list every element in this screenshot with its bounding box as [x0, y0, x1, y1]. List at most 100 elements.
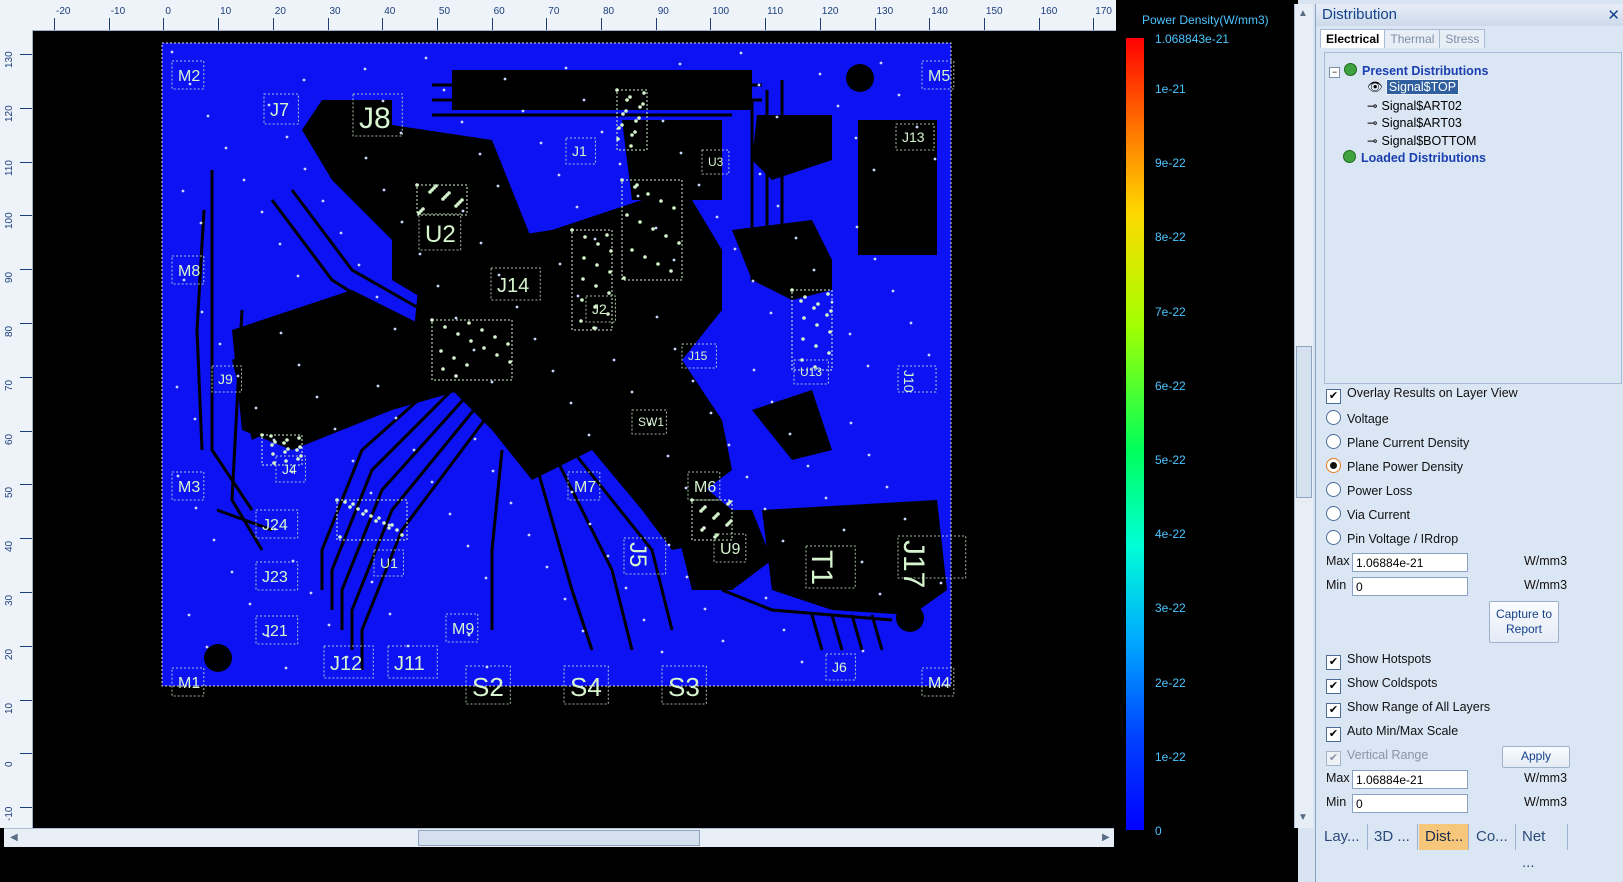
radio-pin-voltage[interactable]: Pin Voltage / IRdrop — [1326, 530, 1458, 546]
radio-plane-current-density[interactable]: Plane Current Density — [1326, 434, 1469, 450]
component-label-m1[interactable]: M1 — [178, 675, 200, 692]
component-label-m9[interactable]: M9 — [452, 621, 474, 638]
component-label-j15[interactable]: J15 — [688, 349, 708, 363]
tree-item-signal-art02[interactable]: ⊸ Signal$ART02 — [1367, 98, 1462, 113]
component-label-j8[interactable]: J8 — [359, 102, 391, 135]
scroll-left-arrow-icon[interactable]: ◀ — [10, 832, 18, 843]
pad — [260, 433, 264, 437]
min-unit-label: W/mm3 — [1524, 578, 1568, 592]
pad — [447, 191, 451, 195]
tab-thermal[interactable]: Thermal — [1384, 29, 1441, 48]
component-label-j23[interactable]: J23 — [262, 569, 288, 586]
component-label-u1[interactable]: U1 — [380, 555, 398, 571]
component-label-j14[interactable]: J14 — [497, 275, 529, 297]
ruler-label-x: 40 — [384, 6, 396, 17]
ruler-label-y: 30 — [4, 594, 15, 606]
component-label-sw1[interactable]: SW1 — [638, 415, 664, 429]
ruler-label-y: 70 — [4, 379, 15, 391]
component-label-j17[interactable]: J17 — [897, 540, 930, 588]
component-label-j21[interactable]: J21 — [262, 623, 288, 640]
show-coldspots-checkbox[interactable]: ✔ Show Coldspots — [1326, 676, 1437, 694]
component-label-s4[interactable]: S4 — [570, 672, 602, 702]
component-label-u3[interactable]: U3 — [708, 155, 724, 169]
component-label-j5[interactable]: J5 — [624, 542, 651, 567]
vertical-range-checkbox[interactable]: ✔ Vertical Range — [1326, 748, 1428, 766]
tree-item-signal-bottom[interactable]: ⊸ Signal$BOTTOM — [1367, 133, 1476, 148]
component-label-j2[interactable]: J2 — [592, 301, 607, 317]
component-label-m4[interactable]: M4 — [928, 675, 950, 692]
tree-item-signal-top[interactable]: 👁 Signal$TOP — [1367, 79, 1460, 95]
component-label-j24[interactable]: J24 — [262, 517, 288, 534]
component-label-j4[interactable]: J4 — [282, 461, 297, 477]
component-label-m5[interactable]: M5 — [928, 68, 950, 85]
component-label-j13[interactable]: J13 — [902, 129, 925, 145]
legend-tick-label: 7e-22 — [1155, 304, 1186, 319]
apply-button[interactable]: Apply — [1502, 746, 1570, 768]
tab-electrical[interactable]: Electrical — [1320, 29, 1386, 48]
component-label-j6[interactable]: J6 — [832, 659, 847, 675]
distribution-tree[interactable]: − Present Distributions 👁 Signal$TOP ⊸ Sign… — [1324, 52, 1622, 384]
pad — [467, 321, 471, 325]
pad — [622, 276, 626, 280]
pad — [620, 178, 624, 182]
auto-minmax-checkbox[interactable]: ✔ Auto Min/Max Scale — [1326, 724, 1458, 742]
pcb-board-view[interactable]: J8 J7 U2 J14 J1 J13 M2 M5 M8 M3 M1 M4 M7 M6 M9 U13 SW1 J1… — [32, 30, 1116, 828]
overlay-results-checkbox[interactable]: ✔ Overlay Results on Layer View — [1326, 386, 1518, 404]
component-label-j10[interactable]: J10 — [901, 370, 917, 393]
component-label-u9[interactable]: U9 — [720, 541, 741, 558]
via — [260, 210, 264, 214]
tab-nets[interactable]: Net ... — [1516, 824, 1568, 871]
via — [775, 115, 779, 119]
component-label-m3[interactable]: M3 — [178, 479, 200, 496]
tab-stress[interactable]: Stress — [1439, 29, 1486, 48]
show-hotspots-checkbox[interactable]: ✔ Show Hotspots — [1326, 652, 1431, 670]
tree-node-loaded[interactable]: Loaded Distributions — [1343, 150, 1486, 165]
radio-plane-power-density[interactable]: Plane Power Density — [1326, 458, 1463, 474]
vr-min-value-field[interactable]: 0 — [1352, 794, 1468, 813]
via — [387, 523, 391, 527]
component-label-j7[interactable]: J7 — [270, 100, 289, 120]
component-label-j12[interactable]: J12 — [330, 653, 362, 675]
radio-power-loss[interactable]: Power Loss — [1326, 482, 1412, 498]
vertical-scrollbar-thumb[interactable] — [1296, 346, 1312, 498]
via — [478, 152, 482, 156]
tree-node-present[interactable]: − Present Distributions — [1329, 63, 1488, 78]
max-value-field[interactable]: 1.06884e-21 — [1352, 553, 1468, 572]
component-label-s2[interactable]: S2 — [472, 672, 504, 702]
radio-via-current[interactable]: Via Current — [1326, 506, 1410, 522]
tab-layers[interactable]: Lay... — [1318, 824, 1368, 850]
scroll-up-arrow-icon[interactable]: ▲ — [1298, 8, 1308, 19]
via — [764, 596, 768, 600]
collapse-icon[interactable]: − — [1329, 67, 1340, 78]
via — [369, 491, 373, 495]
tab-3d[interactable]: 3D ... — [1368, 824, 1418, 850]
component-label-m6[interactable]: M6 — [694, 479, 716, 496]
via — [697, 183, 701, 187]
scroll-down-arrow-icon[interactable]: ▼ — [1298, 812, 1308, 823]
component-label-m7[interactable]: M7 — [574, 479, 596, 496]
tab-distribution[interactable]: Dist... — [1419, 824, 1469, 850]
scroll-right-arrow-icon[interactable]: ▶ — [1102, 832, 1110, 843]
component-label-u13[interactable]: U13 — [800, 365, 822, 379]
pad — [283, 450, 287, 454]
component-label-j11[interactable]: J11 — [394, 653, 425, 675]
close-icon[interactable]: ✕ — [1607, 6, 1620, 24]
vr-max-value-field[interactable]: 1.06884e-21 — [1352, 770, 1468, 789]
component-label-j1[interactable]: J1 — [572, 143, 587, 159]
component-label-t1[interactable]: T1 — [805, 550, 838, 585]
component-label-u2[interactable]: U2 — [425, 221, 456, 248]
tree-item-signal-art03[interactable]: ⊸ Signal$ART03 — [1367, 115, 1462, 130]
via — [278, 242, 282, 246]
capture-to-report-button[interactable]: Capture to Report — [1489, 601, 1559, 643]
min-value-field[interactable]: 0 — [1352, 577, 1468, 596]
component-label-s3[interactable]: S3 — [668, 672, 700, 702]
component-label-j9[interactable]: J9 — [218, 371, 233, 387]
horizontal-scrollbar-thumb[interactable] — [418, 830, 700, 846]
tab-co[interactable]: Co... — [1470, 824, 1516, 850]
radio-voltage[interactable]: Voltage — [1326, 410, 1389, 426]
component-label-m2[interactable]: M2 — [178, 68, 200, 85]
component-label-m8[interactable]: M8 — [178, 263, 200, 280]
pad — [286, 447, 290, 451]
pad — [664, 234, 668, 238]
show-range-checkbox[interactable]: ✔ Show Range of All Layers — [1326, 700, 1490, 718]
